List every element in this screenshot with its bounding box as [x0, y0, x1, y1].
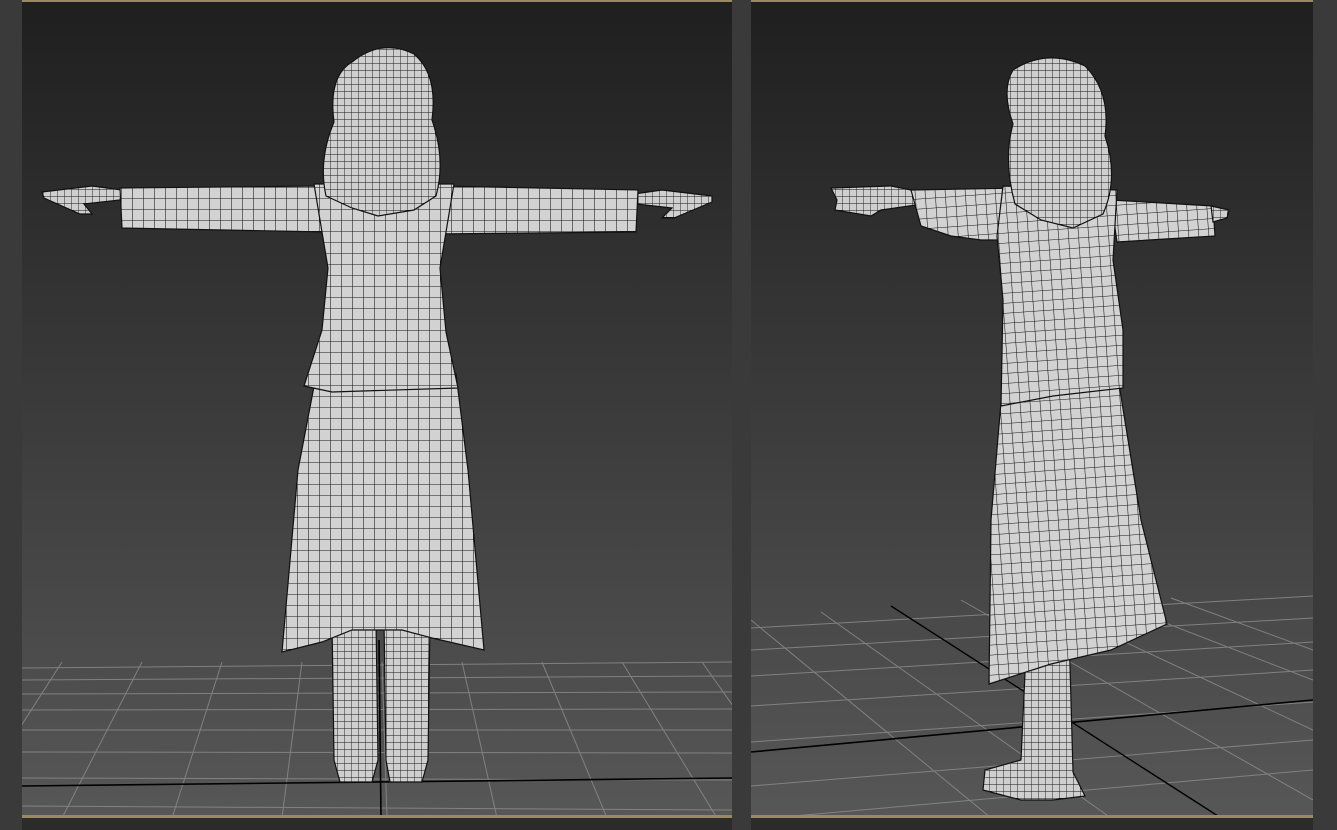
- right-leg: [383, 619, 431, 783]
- viewport-back[interactable]: [22, 0, 732, 818]
- hair: [322, 47, 441, 217]
- right-gutter: [1313, 0, 1337, 830]
- viewport-back-canvas[interactable]: [22, 0, 732, 818]
- right-arm: [433, 185, 639, 235]
- near-arm: [1110, 199, 1216, 243]
- left-gutter: [0, 0, 22, 830]
- viewport-perspective[interactable]: [751, 0, 1313, 818]
- viewport-splitter[interactable]: [732, 0, 751, 830]
- left-arm: [119, 185, 328, 233]
- hair: [1006, 57, 1113, 229]
- left-leg: [331, 619, 379, 783]
- viewport-perspective-canvas[interactable]: [751, 0, 1313, 818]
- skirt: [281, 373, 485, 653]
